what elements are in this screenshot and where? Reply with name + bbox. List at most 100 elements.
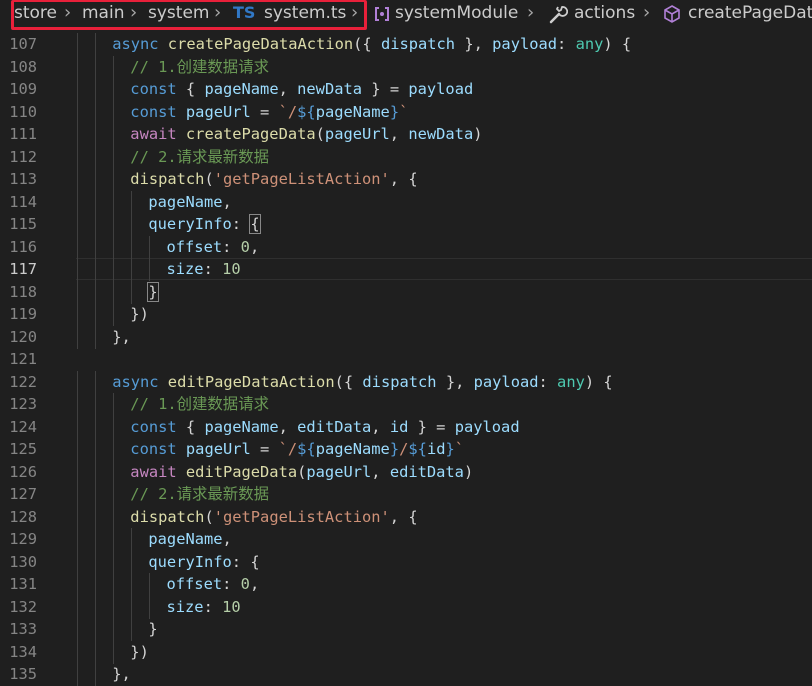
code-text: const pageUrl = `/${pageName}/${id}` xyxy=(130,438,464,461)
code-line[interactable]: 120}, xyxy=(0,325,812,349)
indent-guide xyxy=(95,438,97,461)
line-number: 121 xyxy=(9,350,37,368)
indent-guide xyxy=(77,190,78,214)
indent-guide xyxy=(131,280,133,304)
code-token: size xyxy=(166,597,204,616)
indent-guide xyxy=(113,618,115,641)
code-line[interactable]: 132 size: 10 xyxy=(0,595,812,619)
code-line[interactable]: 135}, xyxy=(0,663,812,686)
code-line[interactable]: 113 dispatch('getPageListAction', { xyxy=(0,168,812,191)
code-token: ` xyxy=(399,102,409,121)
line-number: 129 xyxy=(9,530,37,548)
code-token: / xyxy=(399,440,409,458)
code-line[interactable]: 126 await editPageData(pageUrl, editData) xyxy=(0,460,812,484)
code-token: ( xyxy=(204,170,214,188)
line-number: 123 xyxy=(9,395,37,413)
indent-guide xyxy=(131,573,133,596)
code-token: , xyxy=(278,417,298,436)
code-token: await xyxy=(130,125,186,143)
code-token: , { xyxy=(389,507,418,526)
indent-guide xyxy=(77,258,78,281)
code-text: size: 10 xyxy=(167,596,241,619)
code-text: offset: 0, xyxy=(167,236,260,259)
breadcrumb-item-store[interactable]: store xyxy=(14,0,57,28)
line-number: 111 xyxy=(9,125,37,143)
line-number: 132 xyxy=(9,597,37,616)
code-line[interactable]: 131 offset: 0, xyxy=(0,573,812,596)
indent-guide xyxy=(77,460,78,484)
chevron-right-icon: › xyxy=(130,2,138,23)
code-token: editData xyxy=(389,462,464,481)
breadcrumb-item-file[interactable]: system.ts xyxy=(264,0,346,28)
line-number: 115 xyxy=(9,215,37,233)
breadcrumb-item-main[interactable]: main xyxy=(82,0,124,28)
breadcrumb-item-system[interactable]: system xyxy=(148,0,209,28)
line-number: 113 xyxy=(9,170,37,188)
breadcrumb-item-method[interactable]: createPageDat xyxy=(688,0,812,28)
code-line[interactable]: 128 dispatch('getPageListAction', { xyxy=(0,505,812,529)
code-line[interactable]: 122 async editPageDataAction({ dispatch }… xyxy=(0,370,812,394)
indent-guide xyxy=(113,235,115,259)
code-token: async xyxy=(112,372,168,391)
code-line[interactable]: 114 pageName, xyxy=(0,190,812,214)
code-line[interactable]: 115 queryInfo: { xyxy=(0,213,812,236)
breadcrumb-item-actions[interactable]: actions xyxy=(574,0,635,28)
indent-guide xyxy=(77,550,78,574)
code-line[interactable]: 107 async createPageDataAction({ dispatch… xyxy=(0,33,812,56)
code-line[interactable]: 134}) xyxy=(0,640,812,664)
code-line[interactable]: 127 // 2.请求最新数据 xyxy=(0,483,812,506)
code-token: // 2.请求最新数据 xyxy=(130,147,269,166)
line-number: 125 xyxy=(9,440,37,458)
code-line[interactable]: 117 size: 10 xyxy=(0,258,812,281)
chevron-right-icon: › xyxy=(214,2,222,23)
code-token: `/ xyxy=(278,102,298,121)
chevron-right-icon: › xyxy=(351,2,359,23)
code-token: }) xyxy=(130,642,149,661)
line-number: 124 xyxy=(9,417,37,436)
code-line[interactable]: 125 const pageUrl = `/${pageName}/${id}` xyxy=(0,438,812,461)
code-line[interactable]: 111 await createPageData(pageUrl, newData… xyxy=(0,123,812,146)
breadcrumb-item-module[interactable]: systemModule xyxy=(395,0,518,28)
indent-guide xyxy=(77,595,78,619)
code-line[interactable]: 133} xyxy=(0,618,812,641)
indent-guide xyxy=(77,505,78,529)
code-token: { xyxy=(249,214,261,234)
code-line[interactable]: 109 const { pageName, newData } = payload xyxy=(0,78,812,101)
code-token: offset xyxy=(166,575,223,593)
code-line[interactable]: 129 pageName, xyxy=(0,528,812,551)
indent-guide xyxy=(77,55,78,79)
indent-guide xyxy=(77,438,78,461)
code-token: newData xyxy=(297,80,363,98)
code-line[interactable]: 121 xyxy=(0,348,812,371)
indent-guide xyxy=(149,573,151,596)
code-token: ( xyxy=(315,125,325,143)
code-token: } xyxy=(389,102,400,121)
code-text: }) xyxy=(130,641,149,664)
code-line[interactable]: 124 const { pageName, editData, id } = pa… xyxy=(0,415,812,439)
code-line[interactable]: 119}) xyxy=(0,303,812,326)
code-line[interactable]: 112 // 2.请求最新数据 xyxy=(0,145,812,169)
code-line[interactable]: 130 queryInfo: { xyxy=(0,550,812,574)
code-line[interactable]: 116 offset: 0, xyxy=(0,235,812,259)
indent-guide xyxy=(95,415,97,439)
code-line[interactable]: 110 const pageUrl = `/${pageName}` xyxy=(0,100,812,124)
wrench-icon xyxy=(548,3,569,25)
code-token: : xyxy=(231,215,251,233)
code-token: pageName xyxy=(315,440,390,458)
code-token: await xyxy=(130,462,186,481)
code-token: id xyxy=(426,440,446,458)
code-line[interactable]: 123 // 1.创建数据请求 xyxy=(0,393,812,416)
indent-guide xyxy=(131,618,133,641)
indent-guide xyxy=(77,100,78,124)
code-text: queryInfo: { xyxy=(148,551,259,574)
code-token: dispatch xyxy=(130,507,205,526)
code-token: 10 xyxy=(222,260,241,278)
indent-guide xyxy=(149,258,151,281)
indent-guide xyxy=(113,280,115,304)
code-line[interactable]: 118} xyxy=(0,280,812,304)
code-editor[interactable]: 107 async createPageDataAction({ dispatch… xyxy=(0,33,812,686)
code-token: 10 xyxy=(222,597,241,616)
code-text: async createPageDataAction({ dispatch },… xyxy=(112,33,631,56)
code-line[interactable]: 108 // 1.创建数据请求 xyxy=(0,55,812,79)
code-token: , { xyxy=(389,170,418,188)
